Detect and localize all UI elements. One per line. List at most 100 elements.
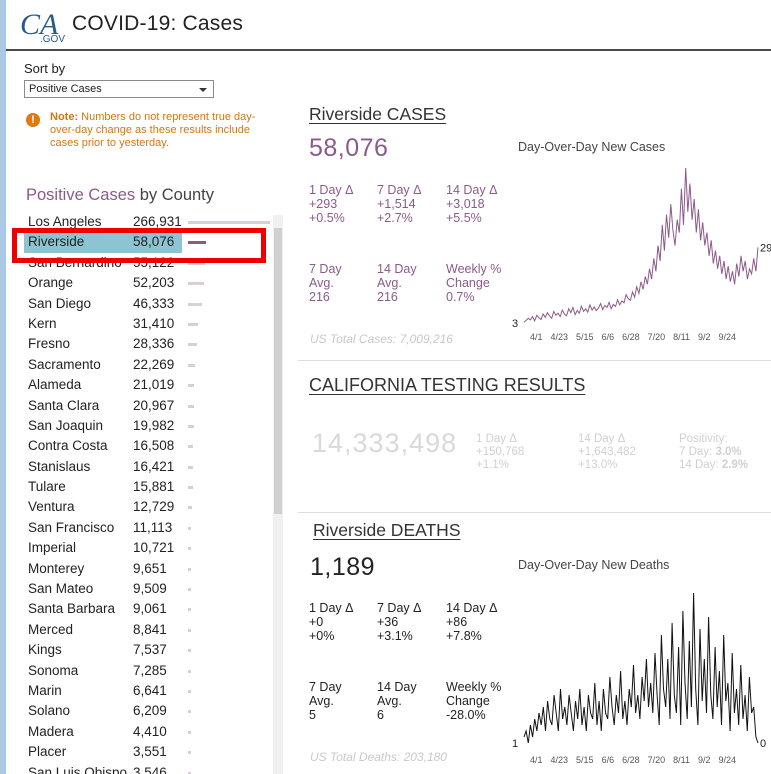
county-name: Santa Clara: [28, 397, 100, 413]
county-value: 28,336: [133, 336, 175, 352]
county-name: Monterey: [28, 560, 85, 576]
county-bar: [188, 282, 204, 286]
county-bar: [188, 486, 193, 490]
start-value-label: 3: [512, 318, 518, 330]
x-tick-label: 8/11: [673, 755, 691, 765]
x-tick-label: 4/1: [530, 755, 543, 765]
county-bar: [188, 547, 191, 551]
us-total-deaths: US Total Deaths: 203,180: [310, 750, 447, 764]
cases-section-title[interactable]: Riverside CASES: [309, 104, 446, 125]
county-name: Los Angeles: [28, 214, 102, 229]
county-row[interactable]: Fresno 28,336: [28, 334, 273, 354]
cases-14day-avg: 14 Day Avg. 216: [377, 262, 417, 304]
county-row[interactable]: Kings 7,537: [28, 640, 273, 660]
county-row[interactable]: San Luis Obispo 3,546: [28, 763, 273, 774]
deaths-section-title[interactable]: Riverside DEATHS: [313, 520, 461, 541]
county-bar: [188, 404, 194, 408]
deaths-7day-avg: 7 Day Avg. 5: [309, 680, 342, 722]
county-value: 22,269: [133, 356, 175, 372]
positive-cases-label: Positive Cases: [26, 186, 136, 204]
county-bar: [188, 751, 191, 755]
county-value: 9,651: [133, 560, 167, 576]
county-row[interactable]: San Diego 46,333: [28, 294, 273, 314]
cases-1day-delta: 1 Day Δ +293 +0.5%: [309, 183, 354, 225]
county-value: 52,203: [133, 275, 175, 291]
page-title: COVID-19: Cases: [72, 12, 244, 35]
ca-gov-logo[interactable]: CA .GOV: [18, 6, 66, 46]
county-row[interactable]: Madera 4,410: [28, 722, 273, 742]
county-name: Alameda: [28, 377, 82, 393]
county-bar: [188, 567, 191, 571]
testing-1day-delta: 1 Day Δ +150,768 +1.1%: [476, 433, 525, 471]
county-value: 3,551: [133, 744, 167, 760]
county-row[interactable]: Contra Costa 16,508: [28, 436, 273, 456]
county-bar: [188, 322, 198, 326]
cases-chart-caption: Day-Over-Day New Cases: [518, 140, 666, 154]
county-bar: [188, 608, 191, 612]
county-name: Marin: [28, 682, 62, 698]
county-row[interactable]: San Mateo 9,509: [28, 579, 273, 599]
county-row[interactable]: Kern 31,410: [28, 314, 273, 334]
county-row[interactable]: Santa Barbara 9,061: [28, 599, 273, 619]
county-bar: [188, 526, 191, 530]
cases-7day-avg: 7 Day Avg. 216: [309, 262, 342, 304]
county-bar: [188, 302, 202, 306]
county-name: Solano: [28, 703, 71, 719]
county-bar: [188, 506, 192, 510]
window-left-edge: [0, 0, 6, 774]
positivity-7day-label: 7 Day:: [679, 446, 716, 458]
county-row[interactable]: Merced 8,841: [28, 620, 273, 640]
series-line: [523, 167, 759, 323]
county-bar: [188, 689, 191, 693]
county-name: Stanislaus: [28, 458, 91, 474]
county-bar: [188, 343, 197, 347]
positivity-14day-value: 2.9%: [721, 459, 749, 471]
county-row[interactable]: Santa Clara 20,967: [28, 396, 273, 416]
sort-by-dropdown[interactable]: Positive Cases: [24, 80, 214, 98]
county-row[interactable]: Sonoma 7,285: [28, 661, 273, 681]
county-name: San Luis Obispo: [28, 764, 128, 774]
county-row[interactable]: Stanislaus 16,421: [28, 457, 273, 477]
county-row[interactable]: Tulare 15,881: [28, 477, 273, 497]
county-row[interactable]: Placer 3,551: [28, 742, 273, 762]
county-value: 31,410: [133, 315, 175, 331]
x-tick-label: 8/11: [673, 332, 691, 342]
county-row[interactable]: Sacramento 22,269: [28, 355, 273, 375]
x-tick-label: 5/15: [576, 332, 594, 342]
county-row[interactable]: Monterey 9,651: [28, 559, 273, 579]
x-tick-label: 4/1: [530, 332, 543, 342]
county-name: Madera: [28, 723, 74, 739]
county-row[interactable]: San Francisco 11,113: [28, 518, 273, 538]
series-line: [523, 592, 759, 744]
county-value: 19,982: [133, 417, 175, 433]
section-divider: [298, 360, 771, 361]
x-tick-label: 6/6: [601, 755, 615, 765]
county-value: 6,209: [133, 703, 167, 719]
county-row[interactable]: Marin 6,641: [28, 681, 273, 701]
county-row[interactable]: Orange 52,203: [28, 273, 273, 293]
deaths-1day-delta: 1 Day Δ +0 +0%: [309, 601, 354, 643]
county-value: 8,841: [133, 621, 167, 637]
deaths-line-chart: 10: [512, 592, 766, 750]
county-value: 6,641: [133, 682, 167, 698]
cases-line-chart: 3 293: [512, 167, 771, 330]
testing-positivity: Positivity: 7 Day: 3.0% 14 Day: 2.9%: [679, 433, 748, 472]
svg-text:.GOV: .GOV: [40, 34, 65, 45]
county-bar: [188, 710, 191, 714]
county-name: Kings: [28, 642, 62, 658]
county-name: Placer: [28, 744, 67, 760]
deaths-weekly-change: Weekly % Change -28.0%: [446, 680, 502, 722]
county-list: Los Angeles 266,931 Riverside 58,076 San Ber…: [28, 212, 273, 774]
county-row[interactable]: Ventura 12,729: [28, 497, 273, 517]
deaths-total: 1,189: [310, 553, 376, 581]
county-list-scrollbar-thumb[interactable]: [274, 228, 282, 514]
county-name: Imperial: [28, 540, 77, 556]
county-row[interactable]: Alameda 21,019: [28, 375, 273, 395]
county-row[interactable]: San Joaquin 19,982: [28, 416, 273, 436]
x-tick-label: 4/23: [550, 332, 569, 342]
testing-section-title[interactable]: CALIFORNIA TESTING RESULTS: [309, 375, 585, 396]
county-row[interactable]: Solano 6,209: [28, 701, 273, 721]
county-row[interactable]: Imperial 10,721: [28, 538, 273, 558]
section-divider: [298, 512, 771, 513]
sort-by-value: Positive Cases: [29, 83, 102, 95]
